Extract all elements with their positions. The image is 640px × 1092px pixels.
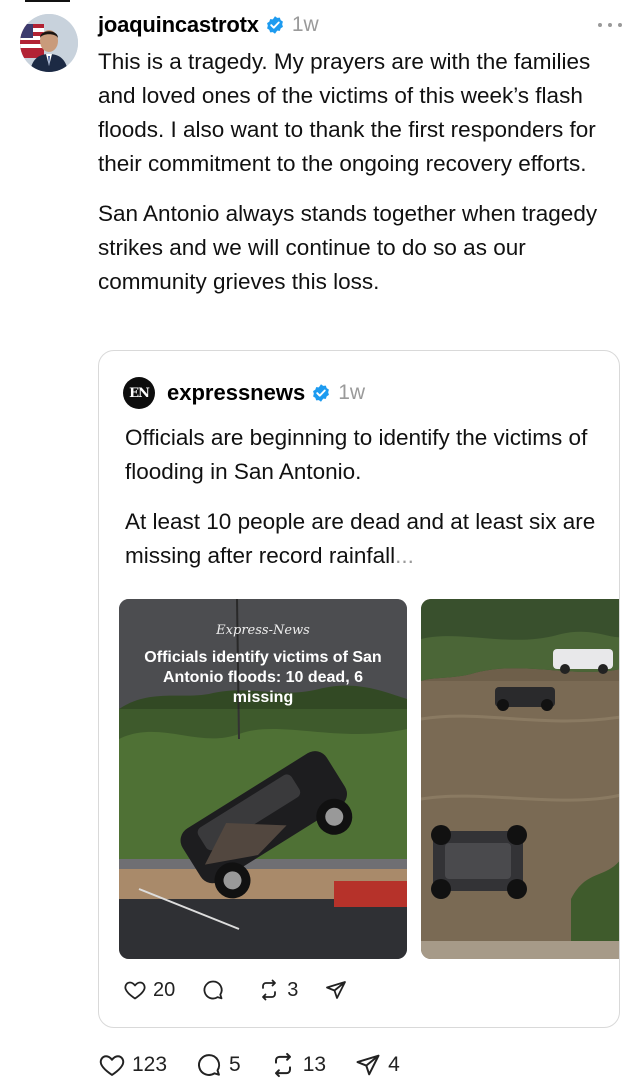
- quoted-post[interactable]: EN expressnews 1w Officials are beginnin…: [98, 350, 620, 1028]
- like-button[interactable]: 20: [123, 978, 175, 1002]
- send-icon: [326, 981, 347, 999]
- more-options-icon[interactable]: [598, 15, 622, 35]
- truncation-ellipsis[interactable]: ...: [395, 543, 414, 568]
- post-actions: 123 5 13 4: [98, 1050, 428, 1080]
- quoted-post-header: EN expressnews 1w: [123, 377, 365, 409]
- like-button[interactable]: 123: [98, 1051, 167, 1079]
- share-button[interactable]: 4: [354, 1051, 400, 1079]
- verified-badge-icon: [311, 383, 331, 403]
- repost-icon: [262, 979, 277, 1001]
- like-count: 123: [132, 1053, 168, 1076]
- post-paragraph: This is a tragedy. My prayers are with t…: [98, 49, 596, 176]
- repost-count: 13: [302, 1053, 327, 1076]
- post-paragraph: San Antonio always stands together when …: [98, 201, 598, 294]
- avatar[interactable]: [20, 14, 78, 72]
- verified-badge-icon: [265, 15, 285, 35]
- repost-count: 3: [287, 978, 299, 1001]
- media-image-car-crane[interactable]: Express-News Officials identify victims …: [119, 599, 407, 959]
- quoted-username[interactable]: expressnews: [167, 380, 305, 406]
- media-brand: Express-News: [216, 623, 310, 638]
- media-headline: Officials identify victims of San Antoni…: [144, 649, 382, 706]
- repost-button[interactable]: 13: [269, 1051, 326, 1079]
- repost-icon: [274, 1052, 291, 1078]
- comment-icon: [203, 980, 223, 1000]
- quoted-paragraph: At least 10 people are dead and at least…: [125, 505, 605, 573]
- like-count: 20: [153, 978, 176, 1001]
- quoted-paragraph-text: At least 10 people are dead and at least…: [125, 509, 596, 568]
- quoted-post-time: 1w: [338, 381, 366, 404]
- expressnews-logo[interactable]: EN: [123, 377, 155, 409]
- heart-icon: [99, 1055, 125, 1076]
- reply-button[interactable]: [201, 978, 231, 1002]
- post-time: 1w: [291, 13, 319, 36]
- username[interactable]: joaquincastrotx: [98, 12, 259, 38]
- media-image-flooded-cars[interactable]: [421, 599, 619, 959]
- quoted-paragraph: Officials are beginning to identify the …: [125, 425, 588, 484]
- comment-icon: [198, 1054, 221, 1076]
- quoted-post-actions: 20 3: [123, 975, 380, 1005]
- top-divider: [25, 0, 70, 2]
- reply-count: 5: [229, 1053, 241, 1076]
- share-button[interactable]: [324, 978, 354, 1002]
- post-header: joaquincastrotx 1w: [98, 8, 622, 42]
- quoted-post-body: Officials are beginning to identify the …: [125, 421, 605, 589]
- reply-button[interactable]: 5: [195, 1051, 241, 1079]
- post-body: This is a tragedy. My prayers are with t…: [98, 45, 628, 315]
- share-count: 4: [388, 1053, 400, 1076]
- heart-icon: [124, 981, 146, 1000]
- repost-button[interactable]: 3: [257, 978, 298, 1002]
- send-icon: [356, 1054, 380, 1076]
